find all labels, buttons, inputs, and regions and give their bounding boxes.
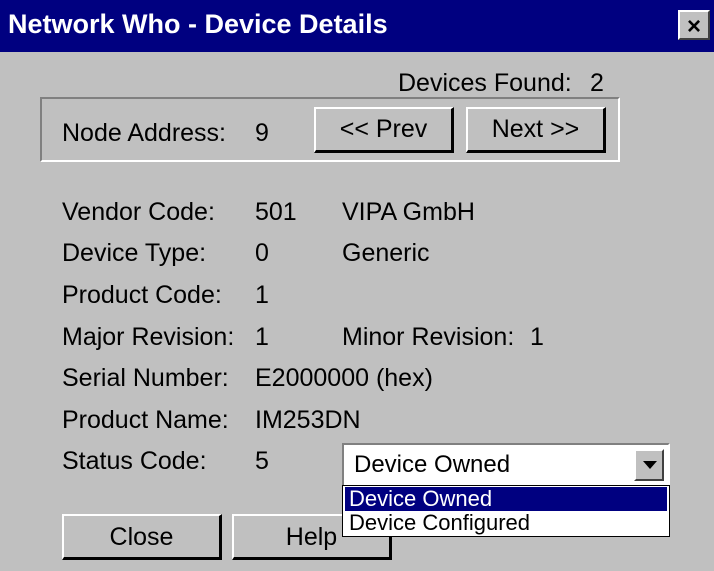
device-type-name: Generic xyxy=(342,239,430,267)
vendor-code-label: Vendor Code: xyxy=(62,198,215,226)
minor-revision-value: 1 xyxy=(530,323,544,351)
product-name-label: Product Name: xyxy=(62,406,229,434)
status-code-label: Status Code: xyxy=(62,447,207,475)
dropdown-option-device-configured[interactable]: Device Configured xyxy=(345,511,667,535)
window-title: Network Who - Device Details xyxy=(8,9,388,39)
serial-number-value: E2000000 (hex) xyxy=(255,364,433,392)
title-bar: Network Who - Device Details × xyxy=(0,0,714,52)
status-select-value: Device Owned xyxy=(354,451,511,478)
product-code-label: Product Code: xyxy=(62,281,222,309)
prev-button[interactable]: << Prev xyxy=(314,107,454,153)
devices-found-value: 2 xyxy=(590,69,604,97)
product-name-value: IM253DN xyxy=(255,406,361,434)
chevron-down-icon[interactable] xyxy=(634,449,664,481)
status-code-value: 5 xyxy=(255,447,269,475)
node-address-label: Node Address: xyxy=(62,119,226,147)
dropdown-arrow-icon xyxy=(643,461,657,469)
device-type-label: Device Type: xyxy=(62,239,207,267)
node-address-value: 9 xyxy=(255,119,269,147)
vendor-name: VIPA GmbH xyxy=(342,198,475,226)
device-type-value: 0 xyxy=(255,239,269,267)
major-revision-value: 1 xyxy=(255,323,269,351)
status-dropdown-list: Device Owned Device Configured xyxy=(342,485,670,537)
devices-found-label: Devices Found: xyxy=(398,69,572,97)
product-code-value: 1 xyxy=(255,281,269,309)
close-button[interactable]: Close xyxy=(62,514,222,560)
serial-number-label: Serial Number: xyxy=(62,364,229,392)
dropdown-option-device-owned[interactable]: Device Owned xyxy=(345,487,667,511)
next-button[interactable]: Next >> xyxy=(466,107,606,153)
close-icon[interactable]: × xyxy=(678,10,710,40)
status-select[interactable]: Device Owned xyxy=(342,443,670,487)
minor-revision-label: Minor Revision: xyxy=(342,323,515,351)
major-revision-label: Major Revision: xyxy=(62,323,235,351)
vendor-code-value: 501 xyxy=(255,198,297,226)
